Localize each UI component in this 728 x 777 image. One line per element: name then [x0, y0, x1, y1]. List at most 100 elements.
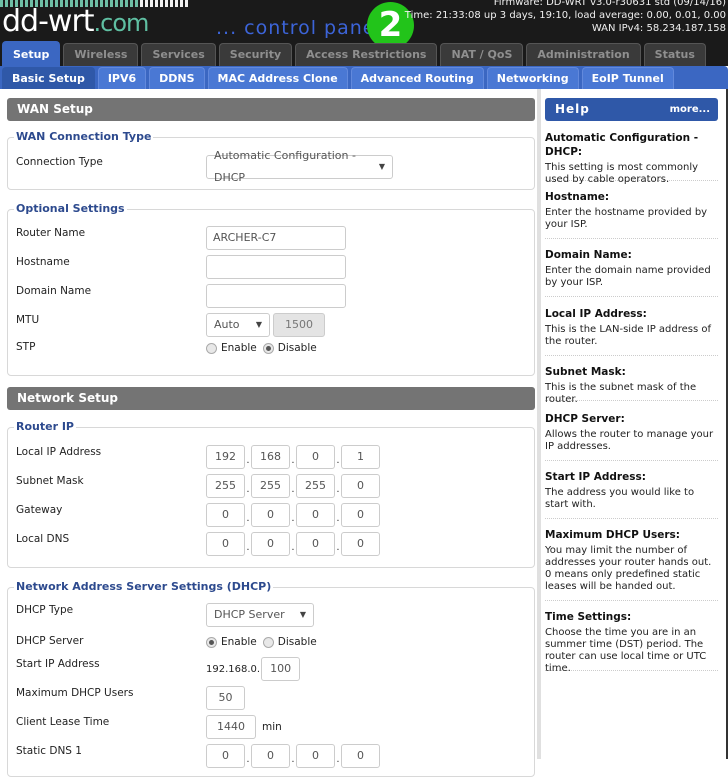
gateway-octet-3[interactable]: 0 — [296, 503, 335, 527]
static-dns1-octet-4[interactable]: 0 — [341, 744, 380, 768]
static-dns1-octet-3[interactable]: 0 — [296, 744, 335, 768]
subnet-octet-1[interactable]: 255 — [206, 474, 245, 498]
mtu-value-input: 1500 — [273, 313, 325, 337]
logo[interactable]: dd-wrt.com — [2, 4, 150, 39]
tab-wireless[interactable]: Wireless — [63, 43, 139, 66]
static-dns1-label: Static DNS 1 — [16, 745, 82, 757]
router-ip-legend: Router IP — [14, 420, 76, 433]
stp-enable-radio[interactable] — [206, 342, 217, 354]
main-tabs: Setup Wireless Services Security Access … — [0, 41, 709, 66]
tab-administration[interactable]: Administration — [526, 43, 641, 66]
uptime-info: Time: 21:33:08 up 3 days, 19:10, load av… — [404, 10, 726, 21]
logo-text: dd-wrt — [2, 4, 95, 39]
stp-enable-label: Enable — [221, 342, 257, 354]
gateway-input-group: 0. 0. 0. 0 — [206, 503, 380, 527]
connection-type-value: Automatic Configuration - DHCP — [214, 149, 356, 184]
help-item: Time Settings: Choose the time you are i… — [545, 610, 718, 674]
help-item-text: This is the LAN-side IP address of the r… — [545, 324, 712, 347]
tab-access-restrictions[interactable]: Access Restrictions — [295, 43, 438, 66]
max-dhcp-users-input[interactable]: 50 — [206, 686, 245, 710]
local-dns-octet-3[interactable]: 0 — [296, 532, 335, 556]
lease-unit: min — [262, 721, 282, 733]
subnet-octet-3[interactable]: 255 — [296, 474, 335, 498]
local-dns-octet-2[interactable]: 0 — [251, 532, 290, 556]
local-ip-octet-3[interactable]: 0 — [296, 445, 335, 469]
dhcp-server-label: DHCP Server — [16, 635, 84, 647]
help-item: Domain Name: Enter the domain name provi… — [545, 248, 718, 297]
stp-disable-label: Disable — [277, 342, 317, 354]
subtab-basic-setup[interactable]: Basic Setup — [2, 67, 95, 89]
help-panel: Help more... Automatic Configuration - D… — [537, 89, 728, 759]
tab-status[interactable]: Status — [643, 43, 706, 66]
help-item-title: Maximum DHCP Users: — [545, 529, 681, 541]
dhcp-type-select[interactable]: DHCP Server ▼ — [206, 603, 314, 627]
client-lease-time-input[interactable]: 1440 — [206, 715, 256, 739]
subtab-networking[interactable]: Networking — [486, 67, 579, 89]
logo-suffix: .com — [93, 9, 150, 37]
gateway-octet-2[interactable]: 0 — [251, 503, 290, 527]
help-item: Subnet Mask: This is the subnet mask of … — [545, 365, 718, 405]
stp-disable-radio[interactable] — [262, 342, 274, 354]
tab-setup[interactable]: Setup — [2, 41, 61, 66]
subnet-octet-4[interactable]: 0 — [341, 474, 380, 498]
help-item-title: Local IP Address: — [545, 308, 647, 320]
start-ip-prefix: 192.168.0. — [206, 663, 261, 675]
local-dns-label: Local DNS — [16, 533, 70, 545]
tab-nat-qos[interactable]: NAT / QoS — [440, 43, 524, 66]
chevron-down-icon: ▼ — [255, 320, 262, 329]
local-ip-octet-2[interactable]: 168 — [251, 445, 290, 469]
help-item: Start IP Address: The address you would … — [545, 470, 718, 519]
local-ip-octet-1[interactable]: 192 — [206, 445, 245, 469]
subtab-eoip-tunnel[interactable]: EoIP Tunnel — [581, 67, 674, 89]
dhcp-disable-label: Disable — [277, 636, 317, 648]
local-ip-octet-4[interactable]: 1 — [341, 445, 380, 469]
help-item-title: Time Settings: — [545, 611, 632, 623]
gateway-octet-4[interactable]: 0 — [341, 503, 380, 527]
tab-services[interactable]: Services — [141, 43, 216, 66]
router-name-input[interactable]: ARCHER-C7 — [206, 226, 346, 250]
start-ip-input[interactable]: 100 — [261, 657, 301, 681]
subnet-octet-2[interactable]: 255 — [251, 474, 290, 498]
gateway-octet-1[interactable]: 0 — [206, 503, 245, 527]
subtab-ipv6[interactable]: IPV6 — [97, 67, 147, 89]
local-dns-octet-1[interactable]: 0 — [206, 532, 245, 556]
static-dns1-octet-1[interactable]: 0 — [206, 744, 245, 768]
hostname-input[interactable] — [206, 255, 346, 279]
tab-security[interactable]: Security — [218, 43, 293, 66]
help-item-title: Domain Name: — [545, 249, 632, 261]
wan-setup-heading: WAN Setup — [7, 98, 535, 121]
static-dns1-octet-2[interactable]: 0 — [251, 744, 290, 768]
subtab-mac-address-clone[interactable]: MAC Address Clone — [207, 67, 348, 89]
help-item-title: Subnet Mask: — [545, 366, 626, 378]
hostname-label: Hostname — [16, 256, 70, 268]
help-item-text: This setting is most commonly used by ca… — [545, 162, 699, 185]
tagline: ... control panel — [216, 17, 382, 39]
domain-name-input[interactable] — [206, 284, 346, 308]
help-item-title: DHCP Server: — [545, 413, 625, 425]
subtab-advanced-routing[interactable]: Advanced Routing — [350, 67, 484, 89]
mtu-label: MTU — [16, 314, 40, 326]
mtu-mode-select[interactable]: Auto ▼ — [206, 313, 270, 337]
local-dns-octet-4[interactable]: 0 — [341, 532, 380, 556]
firmware-info: Firmware: DD-WRT v3.0-r30631 std (09/14/… — [405, 0, 726, 35]
help-item-text: Enter the hostname provided by your ISP. — [545, 207, 708, 230]
domain-name-label: Domain Name — [16, 285, 92, 297]
help-item-title: Automatic Configuration - DHCP: — [545, 132, 699, 158]
stp-label: STP — [16, 341, 36, 353]
start-ip-label: Start IP Address — [16, 658, 100, 670]
header: dd-wrt.com ... control panel 2 Firmware:… — [0, 0, 728, 66]
help-item-text: The address you would like to start with… — [545, 487, 695, 510]
sub-tab-bar: Basic Setup IPV6 DDNS MAC Address Clone … — [0, 66, 728, 89]
connection-type-select[interactable]: Automatic Configuration - DHCP ▼ — [206, 149, 393, 184]
local-ip-label: Local IP Address — [16, 446, 102, 458]
dhcp-enable-radio[interactable] — [206, 636, 217, 648]
subtab-ddns[interactable]: DDNS — [149, 67, 205, 89]
help-item-text: Choose the time you are in an summer tim… — [545, 627, 707, 674]
dhcp-disable-radio[interactable] — [262, 636, 274, 648]
router-ip-fieldset: Router IP Local IP Address 192. 168. 0. … — [7, 420, 535, 568]
help-more-link[interactable]: more... — [670, 98, 710, 121]
help-item: Local IP Address: This is the LAN-side I… — [545, 307, 718, 356]
wan-connection-type-fieldset: WAN Connection Type Connection Type Auto… — [7, 130, 535, 190]
optional-settings-fieldset: Optional Settings Router Name ARCHER-C7 … — [7, 202, 535, 376]
local-ip-input-group: 192. 168. 0. 1 — [206, 445, 380, 469]
